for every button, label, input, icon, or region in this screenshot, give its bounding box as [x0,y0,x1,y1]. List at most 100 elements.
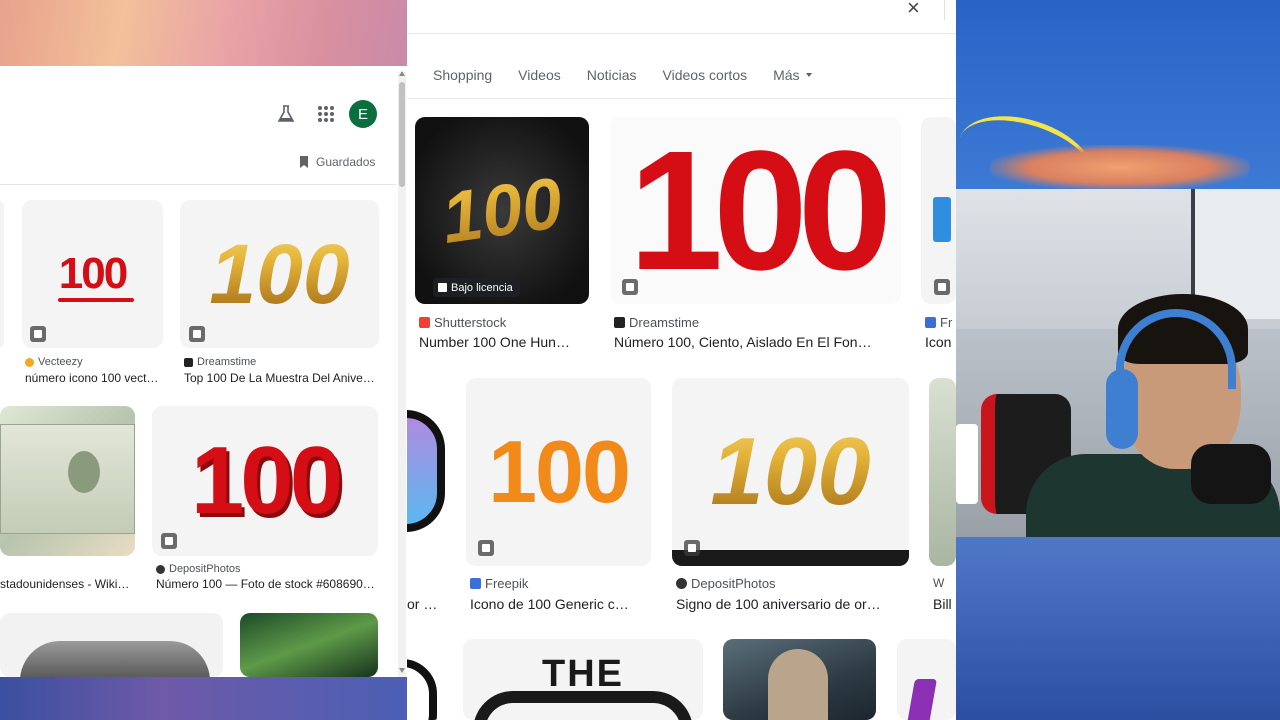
result-title[interactable]: Número 100 — Foto de stock #608690… [156,577,378,591]
result-title[interactable]: Icono de 100 Generic c… [470,596,650,612]
scroll-thumb[interactable] [399,82,405,187]
image-result[interactable]: 100 [22,200,163,348]
result-source[interactable]: Dreamstime [184,356,256,368]
source-name: Vecteezy [38,356,83,368]
result-title[interactable]: Bill [933,596,956,612]
image-result[interactable] [897,639,956,720]
result-image: 100 [190,427,343,534]
tab-more[interactable]: Más [773,67,812,83]
webcam-light [956,424,978,504]
screen: E Guardados 100 Vecteezy número icono 10… [0,0,1280,720]
tab-shopping[interactable]: Shopping [433,67,492,83]
main-search-panel: × Shopping Videos Noticias Videos cortos… [407,0,956,720]
background-cloud [990,145,1250,190]
tab-more-label: Más [773,67,800,83]
image-result[interactable]: 100 Bajo licencia [415,117,589,304]
result-image: 100 [415,117,589,304]
tab-news[interactable]: Noticias [587,67,637,83]
source-name: Shutterstock [434,315,507,330]
source-favicon-icon [614,317,625,328]
image-type-icon [684,540,700,556]
result-source[interactable]: Freepik [470,576,528,591]
left-header: E Guardados [0,66,396,186]
result-source[interactable]: Fr [925,315,952,330]
image-result[interactable]: THE [463,639,703,720]
result-title[interactable]: Icon [925,334,956,350]
image-result[interactable]: 100 [466,378,651,566]
source-name: W [933,576,945,590]
source-name: Fr [940,315,953,330]
result-image [473,691,693,720]
image-result[interactable] [407,378,445,566]
webcam-overlay [956,189,1280,537]
result-source[interactable]: W [933,576,944,590]
footer-strip [672,550,909,566]
tab-short-videos[interactable]: Videos cortos [663,67,748,83]
result-title[interactable]: Top 100 De La Muestra Del Anive… [184,371,376,385]
saved-link[interactable]: Guardados [298,155,375,169]
result-image-title: THE [542,653,624,695]
result-image [907,679,937,720]
result-title[interactable]: Número 100, Ciento, Aislado En El Fon… [614,334,899,350]
image-result[interactable] [0,200,4,348]
scroll-up-arrow-icon[interactable] [399,71,405,76]
image-result[interactable] [240,613,378,677]
result-source[interactable]: DepositPhotos [156,563,241,575]
image-result[interactable] [407,639,443,720]
result-image [20,641,210,677]
tabs-divider [407,98,956,99]
tab-videos[interactable]: Videos [518,67,561,83]
result-source[interactable]: Dreamstime [614,315,699,330]
result-image: 100 [488,422,631,521]
account-avatar[interactable]: E [349,100,377,128]
image-result[interactable]: 100 [610,117,901,304]
close-icon[interactable]: × [907,0,927,19]
bookmark-icon [300,156,308,168]
result-source[interactable]: DepositPhotos [676,576,776,591]
image-result[interactable] [929,378,956,566]
result-image: 100 [672,378,909,566]
result-source[interactable]: Vecteezy [25,356,83,368]
saved-label: Guardados [316,155,376,169]
banknote-image [0,424,135,534]
source-favicon-icon [156,564,165,574]
labs-flask-icon[interactable] [276,104,296,124]
result-image: 100 [180,200,379,348]
result-title[interactable]: Number 100 One Hun… [419,334,591,350]
image-result[interactable] [921,117,956,304]
image-result[interactable]: 100 [180,200,379,348]
licence-badge: Bajo licencia [433,278,520,297]
result-title[interactable]: Signo de 100 aniversario de or… [676,596,906,612]
licence-badge-label: Bajo licencia [451,281,513,294]
image-type-icon [30,326,46,342]
source-name: Freepik [485,576,529,591]
result-title[interactable]: or … [407,596,443,612]
left-browser-panel: E Guardados 100 Vecteezy número icono 10… [0,66,407,677]
image-result[interactable] [0,613,223,677]
image-result[interactable] [0,406,135,556]
result-image: 100 [628,117,893,304]
result-source[interactable]: Shutterstock [419,315,506,330]
result-image [407,410,445,532]
image-result[interactable] [723,639,876,720]
image-result[interactable]: 100 [672,378,909,566]
apps-grid-icon[interactable] [316,104,336,124]
image-type-icon [622,279,638,295]
result-image [407,659,437,720]
left-scrollbar[interactable] [398,72,406,677]
source-favicon-icon [184,357,193,367]
image-type-icon [189,326,205,342]
chevron-down-icon [805,73,812,77]
image-type-icon [478,540,494,556]
banknote-seal [68,451,100,493]
result-title[interactable]: stadounidenses - Wiki… [0,577,135,591]
header-divider [0,184,396,185]
result-title[interactable]: número icono 100 vect… [25,371,165,385]
webcam-person-hands [1191,444,1271,504]
image-result[interactable]: 100 [152,406,378,556]
source-favicon-icon [419,317,430,328]
image-type-icon [438,283,447,292]
search-tabs: Shopping Videos Noticias Videos cortos M… [433,67,838,83]
source-favicon-icon [25,357,34,367]
scroll-down-arrow-icon[interactable] [399,668,405,673]
